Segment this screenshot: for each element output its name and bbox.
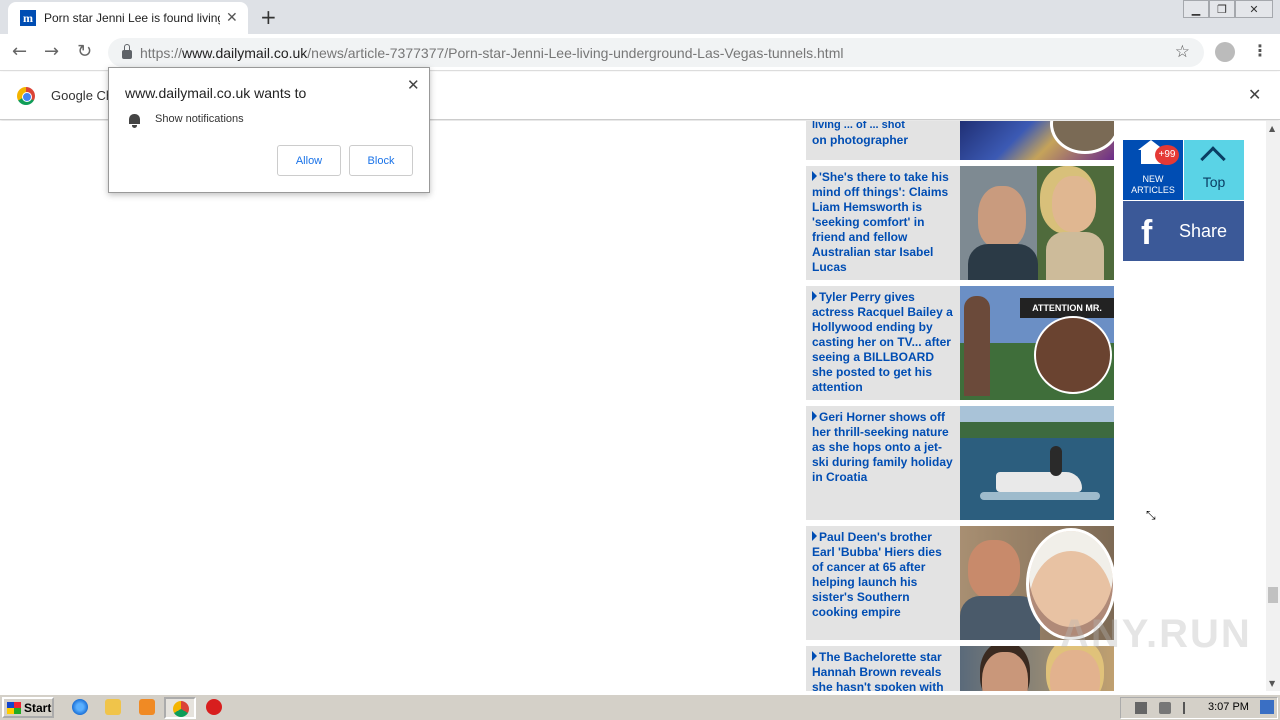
chrome-icon xyxy=(173,701,189,717)
anyrun-watermark: ANY.RUN xyxy=(1060,612,1252,656)
new-tab-button[interactable]: + xyxy=(260,5,277,29)
chrome-logo-icon xyxy=(17,87,35,105)
article-headline[interactable]: Tyler Perry gives actress Racquel Bailey… xyxy=(806,286,960,400)
article-headline[interactable]: The Bachelorette star Hannah Brown revea… xyxy=(806,646,960,691)
article-headline-text: Tyler Perry gives actress Racquel Bailey… xyxy=(812,290,953,394)
notification-permission-popup: www.dailymail.co.uk wants to ✕ Show noti… xyxy=(108,67,430,193)
allow-button[interactable]: Allow xyxy=(277,145,341,176)
forward-arrow-icon[interactable]: → xyxy=(44,41,59,62)
scrollbar-thumb[interactable] xyxy=(1268,587,1278,603)
lock-icon[interactable] xyxy=(122,44,132,59)
bell-icon xyxy=(129,114,140,128)
scroll-up-arrow-icon[interactable]: ▲ xyxy=(1269,124,1275,133)
network-icon[interactable] xyxy=(1135,702,1147,714)
back-arrow-icon[interactable]: ← xyxy=(12,41,27,62)
new-articles-line2: ARTICLES xyxy=(1131,185,1175,195)
minimize-button[interactable]: ▁ xyxy=(1183,0,1209,18)
new-articles-button[interactable]: +99 NEW ARTICLES xyxy=(1123,140,1183,200)
url-scheme: https:// xyxy=(140,44,183,61)
windows-logo-icon xyxy=(7,701,21,714)
top-label: Top xyxy=(1202,174,1226,190)
back-to-top-button[interactable]: Top xyxy=(1184,140,1244,200)
folder-icon[interactable] xyxy=(105,699,121,715)
new-articles-line1: NEW xyxy=(1142,174,1164,184)
new-articles-badge: +99 xyxy=(1155,145,1179,165)
profile-avatar-icon[interactable] xyxy=(1215,42,1235,62)
volume-icon[interactable] xyxy=(1159,702,1171,714)
article-headline[interactable]: 'She's there to take his mind off things… xyxy=(806,166,960,280)
browser-tab[interactable]: m Porn star Jenni Lee is found living in… xyxy=(8,2,248,34)
windows-taskbar: Start 3:07 PM xyxy=(0,694,1280,720)
tab-title: Porn star Jenni Lee is found living in xyxy=(44,11,220,25)
new-articles-label: NEW ARTICLES xyxy=(1123,174,1183,196)
block-button[interactable]: Block xyxy=(349,145,413,176)
list-item[interactable]: Geri Horner shows off her thrill-seeking… xyxy=(806,406,1114,520)
article-headline-text: on photographer xyxy=(812,133,908,147)
window-close-button[interactable]: ✕ xyxy=(1235,0,1273,18)
article-headline-text: Paul Deen's brother Earl 'Bubba' Hiers d… xyxy=(812,530,942,619)
url-host: www.dailymail.co.uk xyxy=(182,44,308,61)
arrow-bullet-icon xyxy=(812,531,817,541)
system-tray xyxy=(1120,697,1278,719)
url-path: /news/article-7377377/Porn-star-Jenni-Le… xyxy=(307,44,844,61)
article-headline-text: 'She's there to take his mind off things… xyxy=(812,170,949,274)
popup-title: www.dailymail.co.uk wants to xyxy=(125,85,307,101)
article-headline-text: Geri Horner shows off her thrill-seeking… xyxy=(812,410,953,484)
browser-toolbar: ← → ↻ https://www.dailymail.co.uk/news/a… xyxy=(0,34,1280,71)
arrow-bullet-icon xyxy=(812,411,817,421)
article-thumbnail[interactable]: ATTENTION MR. PERRY xyxy=(960,286,1114,400)
permission-text: Show notifications xyxy=(155,113,244,125)
billboard-caption: ATTENTION MR. PERRY xyxy=(1020,298,1114,333)
article-thumbnail[interactable] xyxy=(960,406,1114,520)
share-label: Share xyxy=(1179,221,1228,241)
arrow-bullet-icon xyxy=(812,651,817,661)
article-partial-line: living ... of ... shot xyxy=(812,121,905,131)
article-thumbnail[interactable] xyxy=(960,121,1114,160)
reload-icon[interactable]: ↻ xyxy=(77,41,92,62)
list-item[interactable]: 'She's there to take his mind off things… xyxy=(806,166,1114,280)
stop-sign-icon[interactable] xyxy=(206,699,222,715)
article-headline[interactable]: Paul Deen's brother Earl 'Bubba' Hiers d… xyxy=(806,526,960,640)
article-list: living ... of ... shot on photographer 'S… xyxy=(806,121,1114,691)
page-scrollbar[interactable]: ▲ ▼ xyxy=(1266,121,1280,691)
article-headline[interactable]: Geri Horner shows off her thrill-seeking… xyxy=(806,406,960,520)
chrome-taskbar-button[interactable] xyxy=(164,697,196,719)
facebook-icon: f xyxy=(1141,214,1153,252)
arrow-bullet-icon xyxy=(812,171,817,181)
list-item[interactable]: Tyler Perry gives actress Racquel Bailey… xyxy=(806,286,1114,400)
list-item[interactable]: living ... of ... shot on photographer xyxy=(806,121,1114,160)
infobar-text: Google Ch xyxy=(51,88,114,103)
flag-icon[interactable] xyxy=(1183,702,1193,714)
start-label: Start xyxy=(24,700,52,715)
address-bar[interactable]: https://www.dailymail.co.uk/news/article… xyxy=(108,38,1204,67)
tab-close-icon[interactable]: ✕ xyxy=(226,10,238,26)
facebook-share-button[interactable]: f Share xyxy=(1123,201,1244,261)
article-headline[interactable]: living ... of ... shot on photographer xyxy=(806,121,960,160)
scroll-down-arrow-icon[interactable]: ▼ xyxy=(1269,679,1275,688)
article-headline-text: The Bachelorette star Hannah Brown revea… xyxy=(812,650,944,691)
dailymail-favicon-icon: m xyxy=(20,10,36,26)
web-page: living ... of ... shot on photographer 'S… xyxy=(0,121,1266,691)
show-desktop-icon[interactable] xyxy=(1260,700,1274,714)
start-button[interactable]: Start xyxy=(2,697,54,718)
popup-close-icon[interactable]: ✕ xyxy=(407,76,420,94)
taskbar-clock[interactable]: 3:07 PM xyxy=(1208,701,1249,713)
restore-button[interactable]: ❐ xyxy=(1209,0,1235,18)
infobar-close-icon[interactable]: ✕ xyxy=(1248,85,1261,104)
article-thumbnail[interactable] xyxy=(960,166,1114,280)
tab-strip: m Porn star Jenni Lee is found living in… xyxy=(0,0,1280,34)
url-text[interactable]: https://www.dailymail.co.uk/news/article… xyxy=(140,45,843,61)
bookmark-star-icon[interactable]: ☆ xyxy=(1175,42,1190,62)
mouse-cursor-icon: ⤡ xyxy=(1146,508,1156,522)
chrome-menu-icon[interactable]: ⋮ xyxy=(1252,41,1268,60)
chevron-up-icon xyxy=(1200,146,1226,172)
arrow-bullet-icon xyxy=(812,291,817,301)
media-player-icon[interactable] xyxy=(139,699,155,715)
internet-explorer-icon[interactable] xyxy=(72,699,88,715)
